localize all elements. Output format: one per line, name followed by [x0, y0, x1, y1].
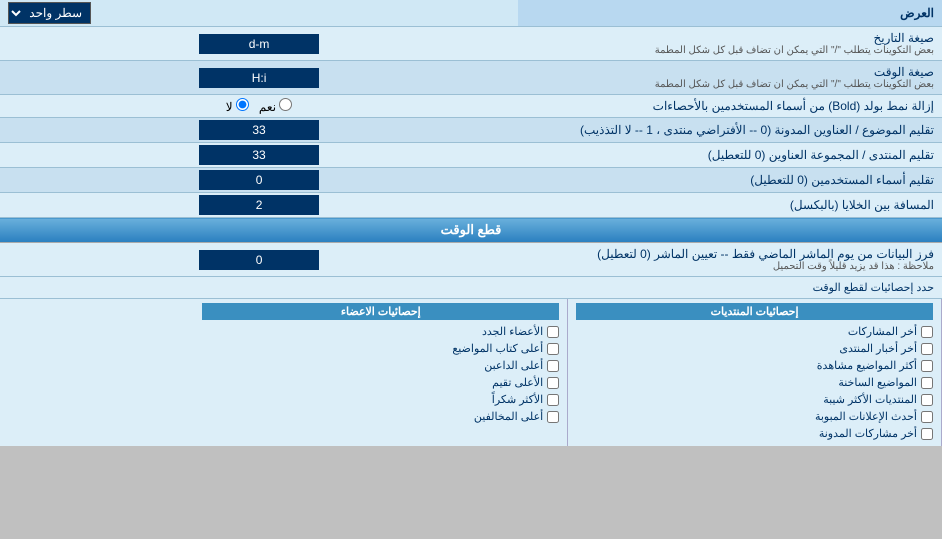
mem-stat-label-1: الأعضاء الجدد [482, 325, 543, 338]
date-format-input[interactable] [199, 34, 319, 54]
stat-checkbox-2[interactable] [921, 343, 933, 355]
time-format-title: صيغة الوقت [526, 65, 934, 79]
stats-section: حدد إحصائيات لقطع الوقت إحصائيات المنتدي… [0, 277, 942, 447]
forum-title-input-cell [0, 143, 518, 168]
mem-stat-item-1: الأعضاء الجدد [202, 323, 559, 340]
members-stats-col: إحصائيات الاعضاء الأعضاء الجدد أعلى كتاب… [194, 299, 568, 446]
stat-label-7: أخر مشاركات المدونة [819, 427, 917, 440]
limit-label: حدد إحصائيات لقطع الوقت [813, 281, 934, 294]
mem-stat-item-5: الأكثر شكراً [202, 391, 559, 408]
stat-item-2: أخر أخبار المنتدى [576, 340, 933, 357]
stat-label-2: أخر أخبار المنتدى [839, 342, 917, 355]
filter-text: فرز البيانات من يوم الماشر الماضي فقط --… [526, 247, 934, 261]
bold-yes-text: نعم [259, 100, 276, 114]
cell-space-input[interactable] [199, 195, 319, 215]
mem-stat-item-3: أعلى الداعبن [202, 357, 559, 374]
posts-stats-header: إحصائيات المنتديات [576, 303, 933, 320]
stat-item-1: أخر المشاركات [576, 323, 933, 340]
mem-stat-checkbox-2[interactable] [547, 343, 559, 355]
section-title: العرض [900, 6, 934, 20]
mem-stat-label-5: الأكثر شكراً [492, 393, 543, 406]
stat-label-4: المواضيع الساخنة [838, 376, 917, 389]
mem-stat-checkbox-3[interactable] [547, 360, 559, 372]
cell-space-text: المسافة بين الخلايا (بالبكسل) [790, 198, 934, 212]
time-format-subtitle: بعض التكوينات يتطلب "/" التي يمكن ان تضا… [526, 79, 934, 90]
stat-item-4: المواضيع الساخنة [576, 374, 933, 391]
stat-checkbox-6[interactable] [921, 411, 933, 423]
mem-stat-checkbox-1[interactable] [547, 326, 559, 338]
date-format-label: صيغة التاريخ بعض التكوينات يتطلب "/" الت… [518, 27, 942, 61]
bold-remove-title: إزالة نمط بولد (Bold) من أسماء المستخدمي… [653, 99, 934, 113]
mem-stat-checkbox-4[interactable] [547, 377, 559, 389]
stat-label-1: أخر المشاركات [848, 325, 917, 338]
time-format-label: صيغة الوقت بعض التكوينات يتطلب "/" التي … [518, 61, 942, 95]
mem-stat-checkbox-6[interactable] [547, 411, 559, 423]
cell-space-input-cell [0, 193, 518, 218]
date-format-subtitle: بعض التكوينات يتطلب "/" التي يمكن ان تضا… [526, 45, 934, 56]
stat-item-7: أخر مشاركات المدونة [576, 425, 933, 442]
filter-input[interactable] [199, 250, 319, 270]
topic-title-text: تقليم الموضوع / العناوين المدونة (0 -- ا… [580, 123, 934, 137]
stat-checkbox-7[interactable] [921, 428, 933, 440]
mem-stat-label-2: أعلى كتاب المواضيع [452, 342, 543, 355]
stat-item-3: أكثر المواضيع مشاهدة [576, 357, 933, 374]
stat-label-5: المنتديات الأكثر شيبة [823, 393, 917, 406]
user-names-input-cell [0, 168, 518, 193]
stat-checkbox-4[interactable] [921, 377, 933, 389]
dropdown-cell: سطر واحد [0, 0, 518, 27]
stat-label-3: أكثر المواضيع مشاهدة [817, 359, 917, 372]
date-format-title: صيغة التاريخ [526, 31, 934, 45]
line-count-dropdown[interactable]: سطر واحد [8, 2, 91, 24]
bold-no-label[interactable]: لا [226, 98, 249, 114]
topic-title-input[interactable] [199, 120, 319, 140]
mem-stat-label-6: أعلى المخالفين [474, 410, 543, 423]
members-stats-header: إحصائيات الاعضاء [202, 303, 559, 320]
filter-input-cell [0, 243, 518, 277]
forum-title-input[interactable] [199, 145, 319, 165]
limit-row: حدد إحصائيات لقطع الوقت [0, 277, 942, 299]
mem-stat-label-3: أعلى الداعبن [484, 359, 543, 372]
forum-title-text: تقليم المنتدى / المجموعة العناوين (0 للت… [708, 148, 934, 162]
bold-no-text: لا [226, 100, 233, 114]
bold-remove-input-cell: نعم لا [0, 95, 518, 118]
empty-col [0, 299, 194, 446]
stat-checkbox-1[interactable] [921, 326, 933, 338]
mem-stat-label-4: الأعلى تقيم [492, 376, 543, 389]
cell-space-label: المسافة بين الخلايا (بالبكسل) [518, 193, 942, 218]
forum-title-label: تقليم المنتدى / المجموعة العناوين (0 للت… [518, 143, 942, 168]
bold-remove-label: إزالة نمط بولد (Bold) من أسماء المستخدمي… [518, 95, 942, 118]
mem-stat-item-2: أعلى كتاب المواضيع [202, 340, 559, 357]
stat-checkbox-5[interactable] [921, 394, 933, 406]
filter-note: ملاحظة : هذا قد يزيد قليلاً وقت التحميل [526, 261, 934, 272]
bold-yes-radio[interactable] [279, 98, 292, 111]
mem-stat-item-6: أعلى المخالفين [202, 408, 559, 425]
topic-title-input-cell [0, 118, 518, 143]
bold-yes-label[interactable]: نعم [259, 98, 292, 114]
section-label: العرض [518, 0, 942, 27]
user-names-input[interactable] [199, 170, 319, 190]
filter-label: فرز البيانات من يوم الماشر الماضي فقط --… [518, 243, 942, 277]
date-format-input-cell [0, 27, 518, 61]
time-format-input-cell [0, 61, 518, 95]
stats-container: إحصائيات المنتديات أخر المشاركات أخر أخب… [0, 299, 942, 446]
realtime-title: قطع الوقت [441, 222, 502, 237]
mem-stat-item-4: الأعلى تقيم [202, 374, 559, 391]
stat-item-6: أحدث الإعلانات المبوبة [576, 408, 933, 425]
mem-stat-checkbox-5[interactable] [547, 394, 559, 406]
posts-stats-col: إحصائيات المنتديات أخر المشاركات أخر أخب… [568, 299, 942, 446]
stat-item-5: المنتديات الأكثر شيبة [576, 391, 933, 408]
topic-title-label: تقليم الموضوع / العناوين المدونة (0 -- ا… [518, 118, 942, 143]
stat-checkbox-3[interactable] [921, 360, 933, 372]
user-names-label: تقليم أسماء المستخدمين (0 للتعطيل) [518, 168, 942, 193]
user-names-text: تقليم أسماء المستخدمين (0 للتعطيل) [750, 173, 934, 187]
time-format-input[interactable] [199, 68, 319, 88]
bold-no-radio[interactable] [236, 98, 249, 111]
stat-label-6: أحدث الإعلانات المبوبة [815, 410, 917, 423]
realtime-section-header: قطع الوقت [0, 218, 942, 243]
